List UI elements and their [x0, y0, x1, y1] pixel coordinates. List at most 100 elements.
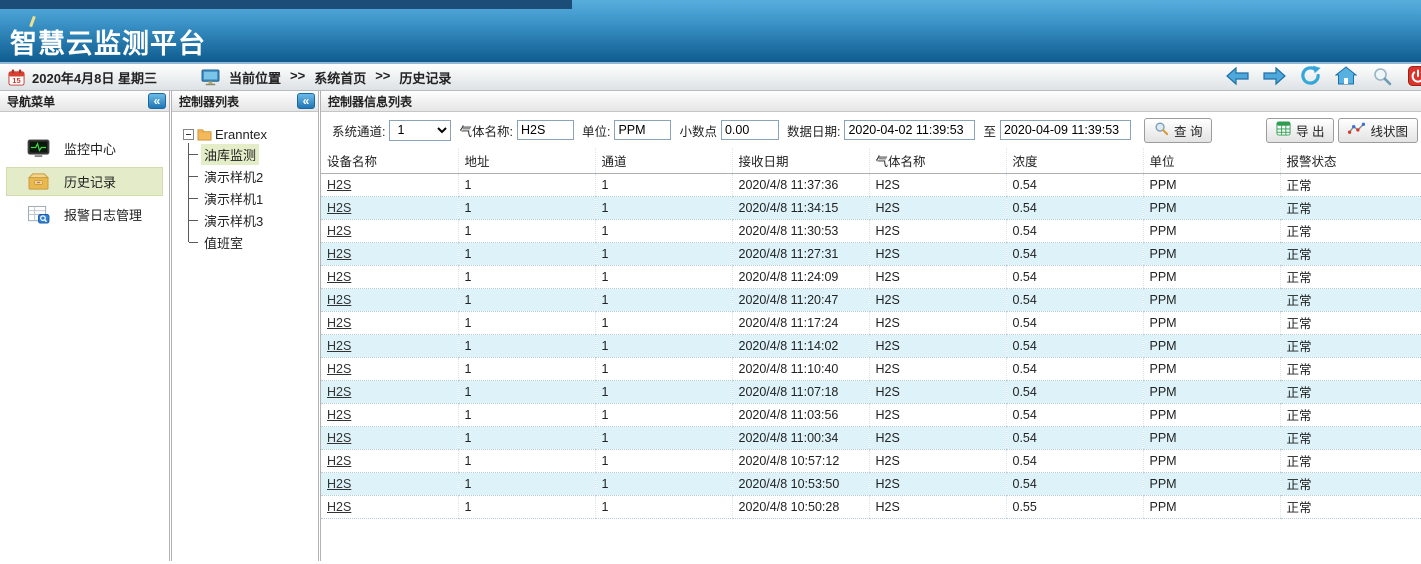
query-button[interactable]: 查 询	[1144, 118, 1212, 143]
device-link[interactable]: H2S	[327, 385, 351, 399]
device-link[interactable]: H2S	[327, 201, 351, 215]
device-link[interactable]: H2S	[327, 293, 351, 307]
alarm-status-cell: 正常	[1280, 403, 1421, 426]
device-link[interactable]: H2S	[327, 224, 351, 238]
receive-date-cell: 2020/4/8 11:30:53	[732, 219, 869, 242]
device-link[interactable]: H2S	[327, 454, 351, 468]
table-row[interactable]: H2S 1 1 2020/4/8 11:24:09 H2S 0.54 PPM 正…	[321, 265, 1421, 288]
collapse-node-icon[interactable]	[183, 129, 194, 140]
concentration-cell: 0.54	[1006, 242, 1143, 265]
column-header: 接收日期	[732, 148, 869, 173]
back-button[interactable]	[1226, 66, 1250, 88]
search-button[interactable]	[1370, 66, 1394, 88]
gas-name-cell: H2S	[869, 311, 1006, 334]
controller-panel-title: 控制器列表	[179, 93, 239, 110]
table-row[interactable]: H2S 1 1 2020/4/8 10:57:12 H2S 0.54 PPM 正…	[321, 449, 1421, 472]
unit-input[interactable]	[614, 120, 671, 140]
receive-date-cell: 2020/4/8 11:34:15	[732, 196, 869, 219]
unit-cell: PPM	[1143, 219, 1280, 242]
alarm-status-cell: 正常	[1280, 242, 1421, 265]
date-from-input[interactable]	[844, 120, 975, 140]
gas-name-cell: H2S	[869, 357, 1006, 380]
receive-date-cell: 2020/4/8 11:24:09	[732, 265, 869, 288]
unit-cell: PPM	[1143, 288, 1280, 311]
channel-cell: 1	[595, 219, 732, 242]
receive-date-cell: 2020/4/8 11:03:56	[732, 403, 869, 426]
device-link[interactable]: H2S	[327, 270, 351, 284]
table-row[interactable]: H2S 1 1 2020/4/8 11:10:40 H2S 0.54 PPM 正…	[321, 357, 1421, 380]
channel-cell: 1	[595, 449, 732, 472]
tree-children: 油库监测 演示样机2 演示样机1 演示样机3 值班室	[183, 143, 318, 253]
date-to-input[interactable]	[1000, 120, 1131, 140]
main-panel: 控制器信息列表 系统通道: 1 气体名称: 单位: 小数点 数据日期: 至	[321, 91, 1421, 561]
table-row[interactable]: H2S 1 1 2020/4/8 11:27:31 H2S 0.54 PPM 正…	[321, 242, 1421, 265]
device-link[interactable]: H2S	[327, 431, 351, 445]
table-row[interactable]: H2S 1 1 2020/4/8 11:03:56 H2S 0.54 PPM 正…	[321, 403, 1421, 426]
alarm-log-icon	[27, 205, 50, 224]
table-row[interactable]: H2S 1 1 2020/4/8 11:30:53 H2S 0.54 PPM 正…	[321, 219, 1421, 242]
table-row[interactable]: H2S 1 1 2020/4/8 10:53:50 H2S 0.54 PPM 正…	[321, 472, 1421, 495]
breadcrumb-home[interactable]: 系统首页	[314, 68, 366, 87]
tree-root-node[interactable]: Eranntex	[183, 125, 318, 143]
breadcrumb: 当前位置 >> 系统首页 >> 历史记录	[229, 68, 451, 87]
nav-panel-header: 导航菜单 «	[0, 91, 169, 112]
line-chart-button-label: 线状图	[1370, 121, 1408, 140]
refresh-button[interactable]	[1298, 66, 1322, 88]
device-link[interactable]: H2S	[327, 339, 351, 353]
table-row[interactable]: H2S 1 1 2020/4/8 10:50:28 H2S 0.55 PPM 正…	[321, 495, 1421, 518]
device-link[interactable]: H2S	[327, 500, 351, 514]
table-row[interactable]: H2S 1 1 2020/4/8 11:37:36 H2S 0.54 PPM 正…	[321, 173, 1421, 196]
column-header: 通道	[595, 148, 732, 173]
device-name-cell: H2S	[321, 173, 458, 196]
channel-select[interactable]: 1	[389, 120, 451, 141]
gas-name-cell: H2S	[869, 173, 1006, 196]
nav-item-alarm-log-management[interactable]: 报警日志管理	[6, 200, 163, 229]
line-chart-button[interactable]: 线状图	[1338, 118, 1418, 143]
table-row[interactable]: H2S 1 1 2020/4/8 11:07:18 H2S 0.54 PPM 正…	[321, 380, 1421, 403]
concentration-cell: 0.55	[1006, 495, 1143, 518]
logout-button[interactable]	[1406, 66, 1421, 88]
export-button-label: 导 出	[1296, 121, 1324, 140]
address-cell: 1	[458, 380, 595, 403]
svg-text:15: 15	[12, 76, 20, 85]
device-link[interactable]: H2S	[327, 178, 351, 192]
gas-name-input[interactable]	[517, 120, 574, 140]
forward-button[interactable]	[1262, 66, 1286, 88]
tree-item-demo-unit-3[interactable]: 演示样机3	[188, 209, 318, 231]
collapse-nav-button[interactable]: «	[148, 93, 166, 109]
device-link[interactable]: H2S	[327, 247, 351, 261]
controller-panel-header: 控制器列表 «	[172, 91, 318, 112]
unit-cell: PPM	[1143, 334, 1280, 357]
table-row[interactable]: H2S 1 1 2020/4/8 11:14:02 H2S 0.54 PPM 正…	[321, 334, 1421, 357]
breadcrumb-current[interactable]: 历史记录	[399, 68, 451, 87]
device-link[interactable]: H2S	[327, 477, 351, 491]
tree-item-oil-depot-monitoring[interactable]: 油库监测	[188, 143, 318, 165]
export-button[interactable]: 导 出	[1266, 118, 1334, 143]
table-row[interactable]: H2S 1 1 2020/4/8 11:20:47 H2S 0.54 PPM 正…	[321, 288, 1421, 311]
table-row[interactable]: H2S 1 1 2020/4/8 11:00:34 H2S 0.54 PPM 正…	[321, 426, 1421, 449]
receive-date-cell: 2020/4/8 11:10:40	[732, 357, 869, 380]
nav-item-monitoring-center[interactable]: 监控中心	[6, 134, 163, 163]
decimal-input[interactable]	[721, 120, 779, 140]
address-cell: 1	[458, 196, 595, 219]
unit-cell: PPM	[1143, 495, 1280, 518]
back-icon	[1226, 66, 1250, 89]
collapse-tree-button[interactable]: «	[297, 93, 315, 109]
device-link[interactable]: H2S	[327, 362, 351, 376]
refresh-icon	[1300, 65, 1321, 89]
table-row[interactable]: H2S 1 1 2020/4/8 11:17:24 H2S 0.54 PPM 正…	[321, 311, 1421, 334]
tree-item-demo-unit-1[interactable]: 演示样机1	[188, 187, 318, 209]
tree-item-duty-room[interactable]: 值班室	[188, 231, 318, 253]
app-title: 智慧云监测平台	[10, 22, 206, 61]
table-row[interactable]: H2S 1 1 2020/4/8 11:34:15 H2S 0.54 PPM 正…	[321, 196, 1421, 219]
channel-cell: 1	[595, 426, 732, 449]
device-link[interactable]: H2S	[327, 316, 351, 330]
gas-name-label: 气体名称:	[459, 121, 512, 140]
device-link[interactable]: H2S	[327, 408, 351, 422]
tree-item-demo-unit-2[interactable]: 演示样机2	[188, 165, 318, 187]
channel-cell: 1	[595, 403, 732, 426]
address-cell: 1	[458, 495, 595, 518]
column-header: 设备名称	[321, 148, 458, 173]
home-button[interactable]	[1334, 66, 1358, 88]
nav-item-history-records[interactable]: 历史记录	[6, 167, 163, 196]
